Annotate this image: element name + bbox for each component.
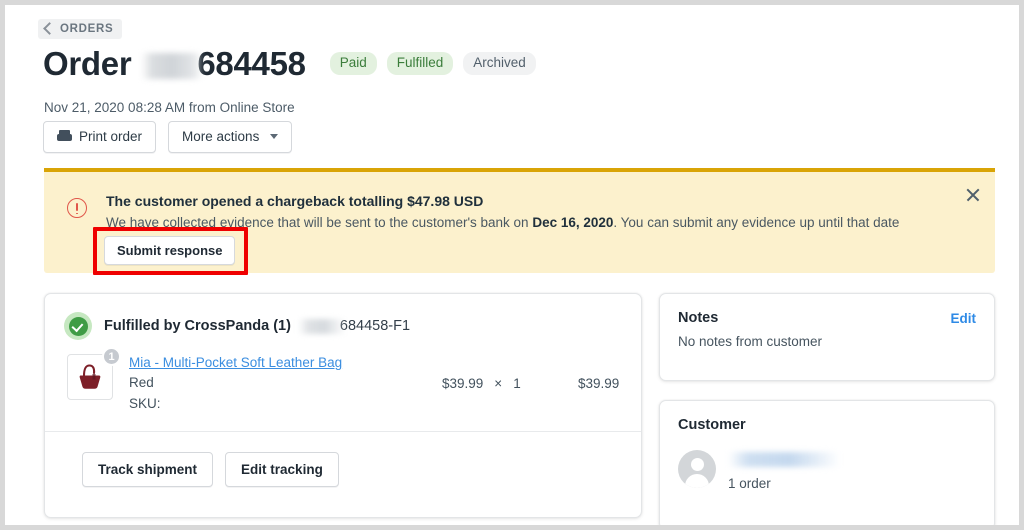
status-badge-archived: Archived: [463, 51, 536, 76]
line-item-quantity-badge: 1: [102, 347, 121, 366]
customer-order-count: 1 order: [728, 476, 771, 491]
notes-card: Notes Edit No notes from customer: [659, 293, 995, 381]
chevron-left-icon: [43, 21, 56, 35]
check-circle-icon: [64, 312, 92, 340]
customer-row: 1 order: [678, 450, 976, 493]
fulfillment-reference: 684458-F1: [339, 318, 411, 334]
order-action-row: Print order More actions: [43, 121, 293, 153]
fulfillment-header: Fulfilled by CrossPanda (1) 684458-F1: [45, 294, 641, 340]
banner-body-after: . You can submit any evidence up until t…: [613, 215, 900, 230]
line-item-thumbnail-wrap: 1: [67, 347, 121, 400]
print-order-label: Print order: [79, 129, 143, 144]
close-icon[interactable]: [965, 187, 981, 203]
status-badge-paid: Paid: [329, 51, 377, 76]
more-actions-label: More actions: [182, 129, 260, 144]
redacted-fulfillment-prefix: [297, 318, 346, 334]
banner-deadline-date: Dec 16, 2020: [532, 215, 614, 230]
line-item-product-link[interactable]: Mia - Multi-Pocket Soft Leather Bag: [129, 355, 342, 370]
line-item-total: $39.99: [578, 376, 620, 391]
track-shipment-button[interactable]: Track shipment: [82, 451, 214, 488]
fulfillment-title: Fulfilled by CrossPanda (1): [104, 318, 291, 334]
line-item-price-group: $39.99 × 1: [442, 376, 521, 391]
line-item-info: Mia - Multi-Pocket Soft Leather Bag Red …: [129, 354, 342, 415]
line-item-quantity: 1: [513, 376, 521, 391]
banner-body-before: We have collected evidence that will be …: [106, 215, 533, 230]
page-title-row: Order 684458 Paid Fulfilled Archived: [43, 47, 536, 80]
notes-card-header: Notes Edit: [678, 310, 976, 326]
order-meta-line: Nov 21, 2020 08:28 AM from Online Store: [44, 100, 295, 115]
customer-info: 1 order: [728, 450, 840, 493]
fulfillment-actions: Track shipment Edit tracking: [45, 432, 641, 488]
notes-title: Notes: [678, 310, 719, 326]
back-to-orders-link[interactable]: ORDERS: [38, 19, 123, 39]
avatar: [678, 450, 716, 488]
line-item-sku: SKU:: [129, 395, 161, 411]
notes-body: No notes from customer: [678, 334, 823, 349]
order-detail-page: ORDERS Order 684458 Paid Fulfilled Archi…: [5, 5, 1019, 525]
printer-icon: [57, 130, 72, 143]
line-item-unit-price: $39.99: [442, 376, 484, 391]
print-order-button[interactable]: Print order: [43, 121, 157, 153]
status-badge-group: Paid Fulfilled Archived: [329, 51, 536, 76]
chargeback-banner-title: The customer opened a chargeback totalli…: [106, 193, 484, 209]
line-item-variant: Red: [129, 375, 154, 390]
chargeback-banner-body: We have collected evidence that will be …: [106, 215, 899, 230]
submit-response-button[interactable]: Submit response: [104, 236, 236, 265]
alert-circle-icon: [67, 198, 87, 218]
order-number: 684458: [197, 45, 306, 82]
chevron-down-icon: [270, 134, 279, 140]
back-to-orders-label: ORDERS: [60, 23, 114, 35]
redacted-customer-name: [728, 452, 840, 467]
customer-card-header: Customer: [678, 417, 976, 433]
customer-title: Customer: [678, 417, 746, 433]
fulfillment-card: Fulfilled by CrossPanda (1) 684458-F1 1 …: [44, 293, 642, 518]
status-badge-fulfilled: Fulfilled: [386, 51, 454, 76]
more-actions-button[interactable]: More actions: [168, 121, 293, 153]
notes-edit-link[interactable]: Edit: [951, 311, 977, 326]
customer-card: Customer 1 order: [659, 400, 995, 525]
redacted-order-prefix: [141, 52, 204, 79]
line-item-multiplier: ×: [494, 376, 503, 391]
line-item-row: 1 Mia - Multi-Pocket Soft Leather Bag Re…: [45, 340, 641, 431]
edit-tracking-button[interactable]: Edit tracking: [225, 451, 339, 488]
page-title: Order: [43, 45, 132, 82]
screenshot-frame: ORDERS Order 684458 Paid Fulfilled Archi…: [0, 0, 1024, 530]
